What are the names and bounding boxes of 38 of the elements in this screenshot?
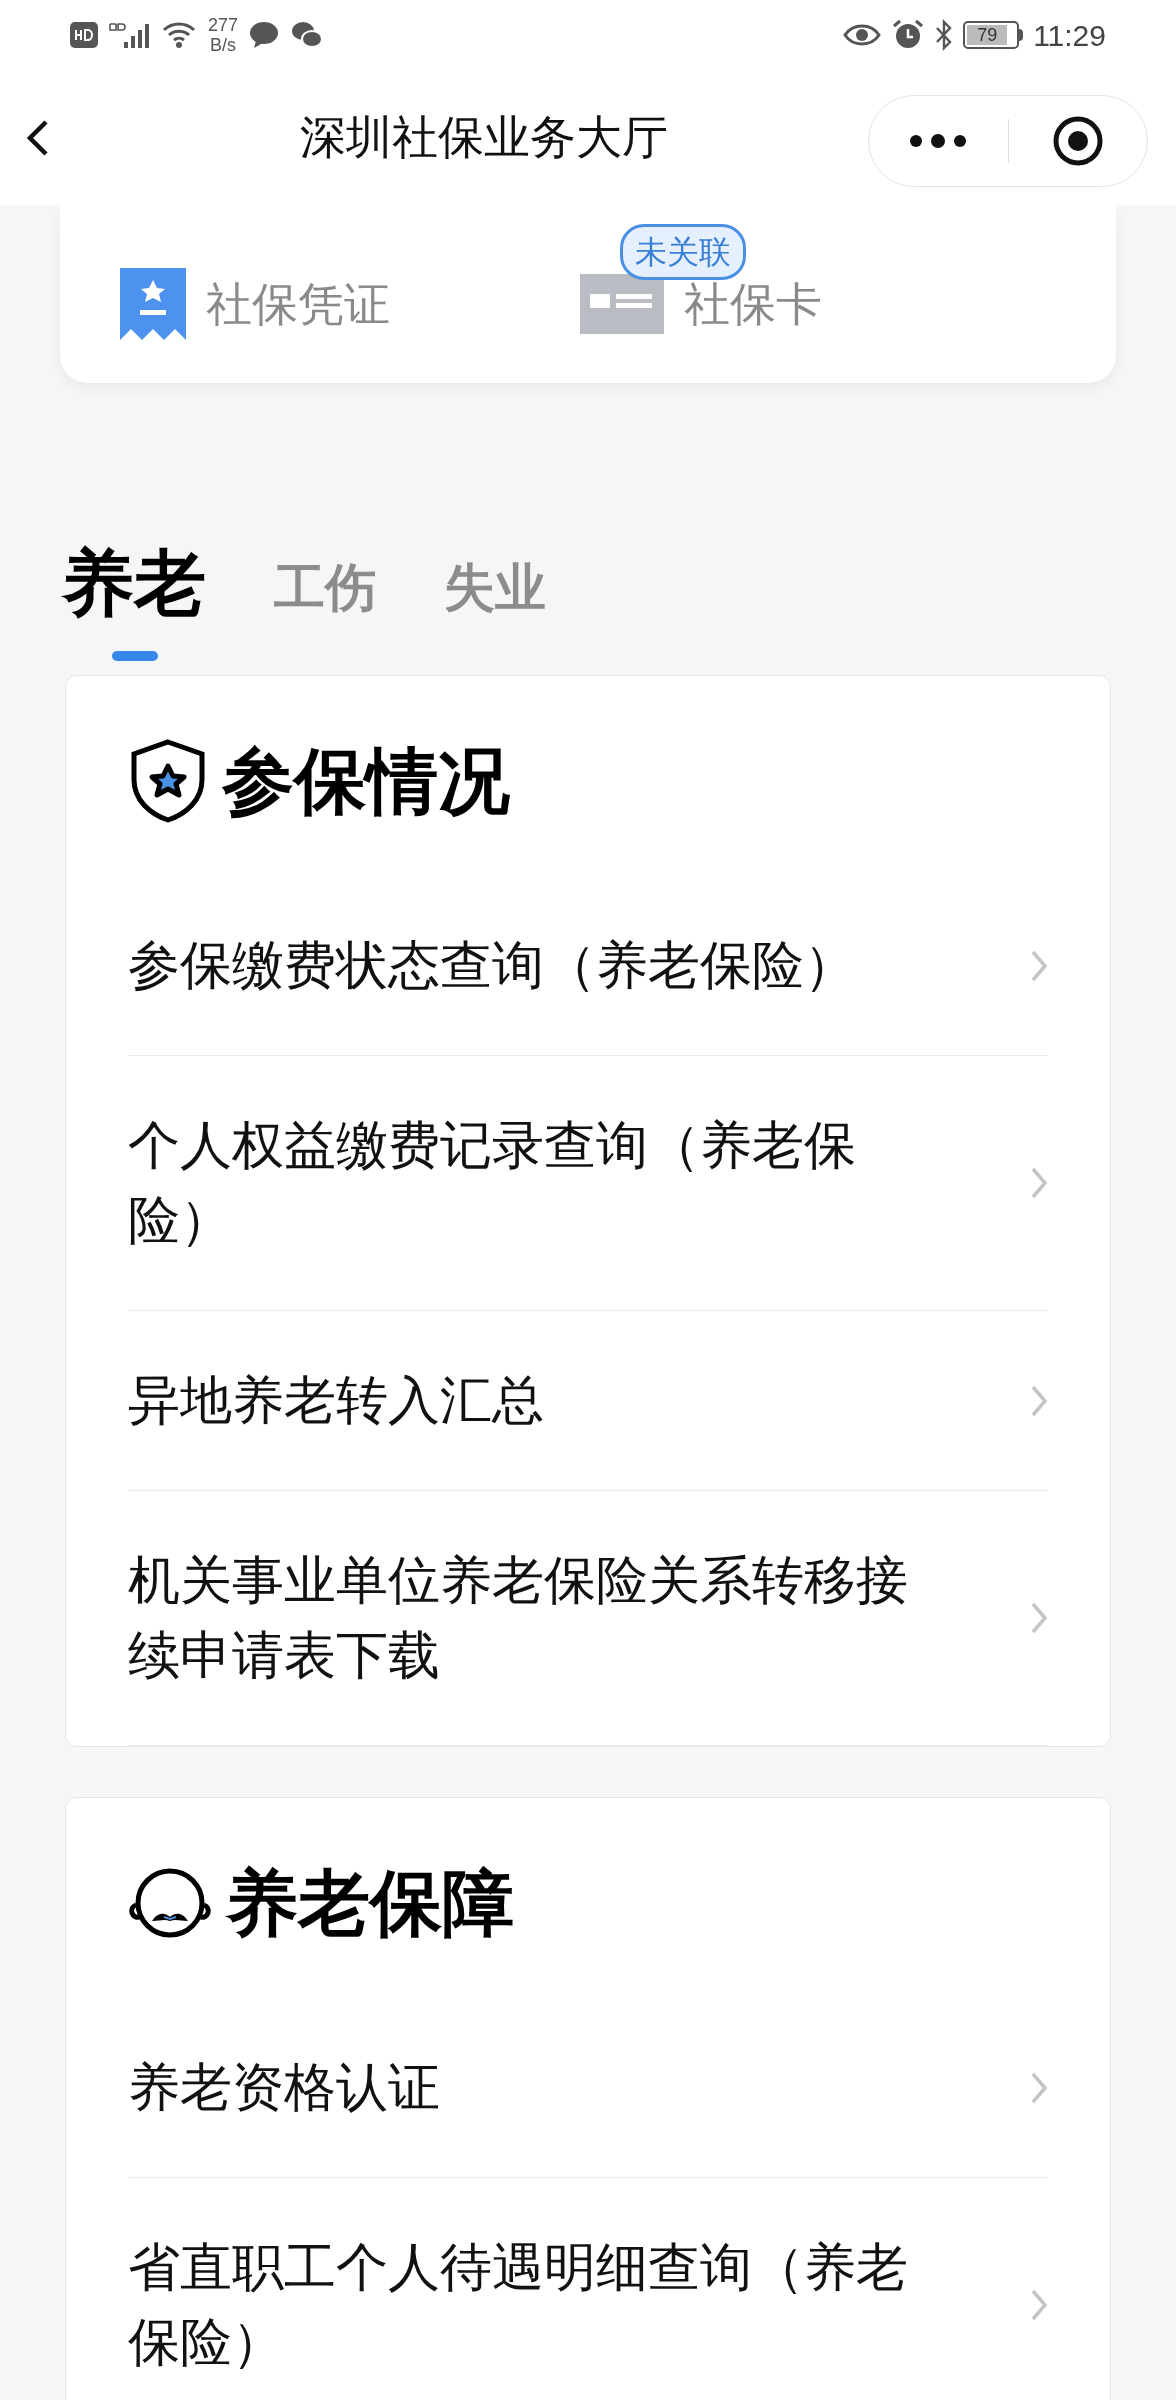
- wifi-icon: [162, 20, 198, 50]
- section-title: 养老保障: [226, 1862, 514, 1945]
- speed-unit: B/s: [210, 35, 237, 55]
- service-row[interactable]: 省直职工个人待遇明细查询（养老保险）: [128, 2178, 1048, 2400]
- id-card-icon: [580, 274, 664, 334]
- battery-indicator: 79: [963, 21, 1020, 49]
- page-title: 深圳社保业务大厅: [300, 110, 668, 165]
- tab-indicator: [112, 651, 158, 661]
- chat-bubble-icon: [248, 20, 281, 50]
- service-row[interactable]: 机关事业单位养老保险关系转移接续申请表下载: [128, 1491, 1048, 1746]
- service-name: 个人权益缴费记录查询（养老保险）: [128, 1115, 857, 1251]
- service-name: 机关事业单位养老保险关系转移接续申请表下载: [128, 1550, 909, 1686]
- section-title: 参保情况: [222, 740, 510, 823]
- service-row[interactable]: 养老资格认证: [128, 1998, 1048, 2178]
- clock-time: 11:29: [1033, 17, 1106, 54]
- service-name: 参保缴费状态查询（养老保险）: [128, 935, 857, 996]
- service-name: 养老资格认证: [128, 2057, 441, 2118]
- service-name: 省直职工个人待遇明细查询（养老保险）: [128, 2237, 909, 2373]
- cellular-signal-icon: [108, 20, 152, 50]
- service-name: 异地养老转入汇总: [128, 1370, 545, 1431]
- eye-icon: [843, 22, 882, 48]
- chevron-right-icon: [1030, 2288, 1048, 2322]
- service-row[interactable]: 参保缴费状态查询（养老保险）: [128, 876, 1048, 1056]
- network-speed: 277: [208, 15, 239, 35]
- chevron-right-icon: [1030, 1166, 1048, 1200]
- close-target-icon[interactable]: [1051, 115, 1104, 167]
- service-row[interactable]: 个人权益缴费记录查询（养老保险）: [128, 1056, 1048, 1311]
- chevron-right-icon: [1030, 2070, 1048, 2105]
- bluetooth-icon: [935, 19, 954, 51]
- certificate-icon: [120, 268, 186, 340]
- chevron-right-icon: [1030, 1601, 1048, 1635]
- hd-icon: [70, 22, 98, 48]
- status-badge: 未关联: [620, 224, 746, 280]
- chevron-right-icon: [1030, 948, 1048, 983]
- chevron-right-icon: [1030, 1383, 1048, 1418]
- service-row[interactable]: 异地养老转入汇总: [128, 1311, 1048, 1491]
- category-tab[interactable]: 养老: [62, 533, 206, 633]
- more-options-icon[interactable]: [909, 134, 968, 148]
